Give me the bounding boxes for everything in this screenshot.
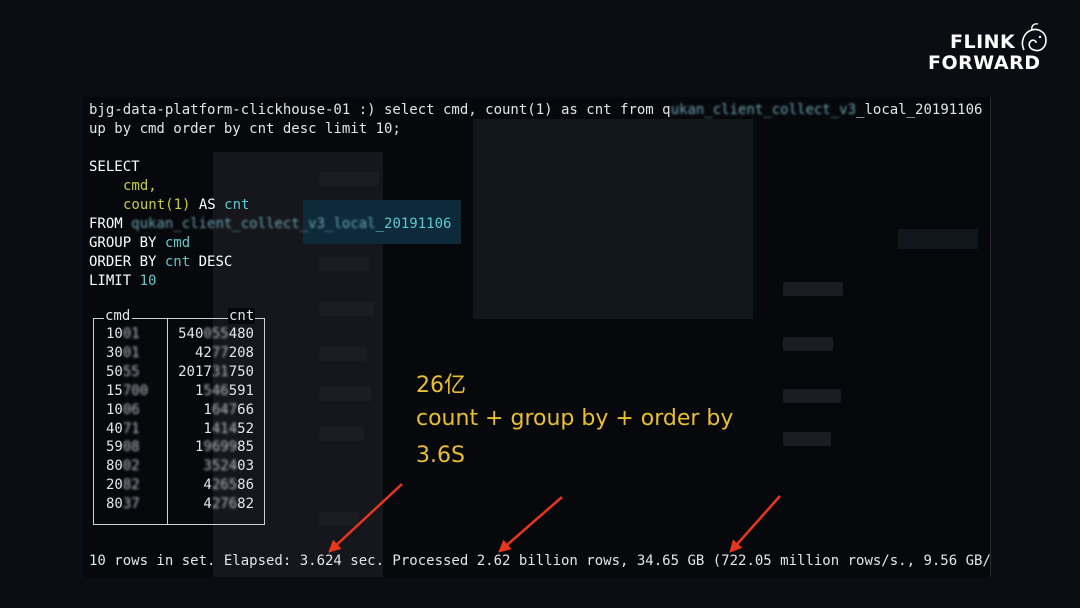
arrow-throughput bbox=[731, 496, 780, 551]
arrow-processed bbox=[500, 497, 562, 551]
arrow-elapsed bbox=[330, 484, 402, 551]
arrows-overlay bbox=[0, 0, 1080, 608]
